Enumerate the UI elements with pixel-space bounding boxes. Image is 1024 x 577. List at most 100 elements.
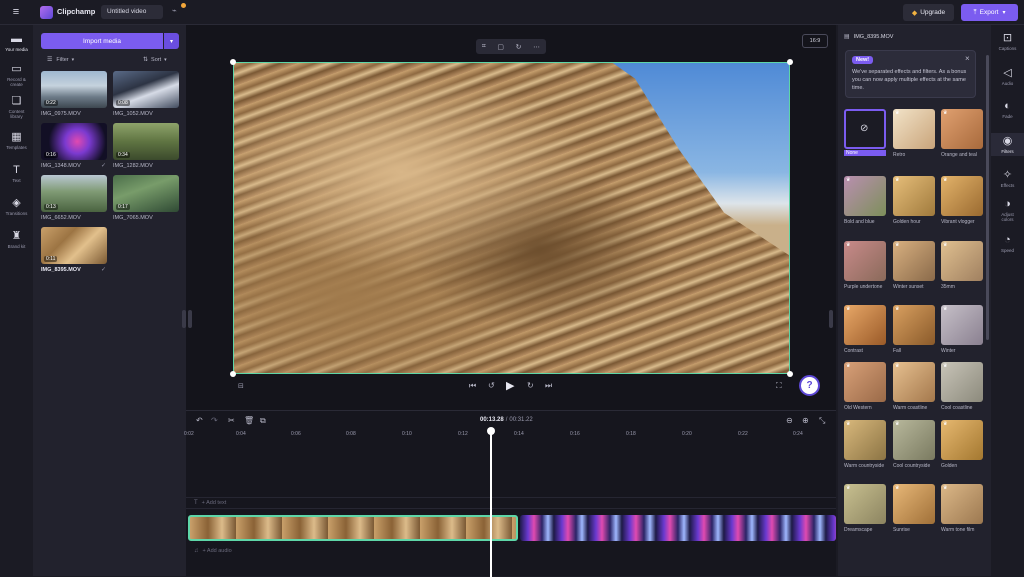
fade-icon: ◐ (1004, 100, 1011, 112)
video-frame[interactable] (233, 62, 790, 374)
filter-tile[interactable]: ♛ (893, 109, 935, 149)
filter-tile[interactable]: ♛ (941, 420, 983, 460)
resize-handle[interactable] (787, 59, 793, 65)
rail-brand-kit[interactable]: ♜ Brand kit (0, 230, 33, 249)
import-dropdown-button[interactable]: ▾ (164, 33, 179, 49)
skip-back-icon[interactable]: ⏮ (469, 381, 476, 391)
panel-scrollbar[interactable] (986, 55, 989, 340)
video-clip[interactable] (520, 515, 836, 541)
rail-transitions[interactable]: ◈ Transitions (0, 197, 33, 216)
filter-tile[interactable]: ♛ (844, 362, 886, 402)
media-item[interactable]: 0:08 (113, 71, 179, 108)
filter-tile[interactable]: ♛ (844, 305, 886, 345)
sort-button[interactable]: ⇅ Sort ▾ (143, 56, 167, 64)
redo-icon[interactable]: ↷ (211, 416, 218, 425)
rail-speed[interactable]: ◔ Speed (991, 234, 1024, 253)
rail-adjust-colors[interactable]: ◑ Adjust colors (991, 198, 1024, 222)
filter-label: Contrast (844, 348, 863, 354)
duplicate-icon[interactable]: ⧉ (260, 416, 266, 426)
fullscreen-icon[interactable]: ⛶ (776, 381, 782, 391)
rail-audio[interactable]: ◁ Audio (991, 67, 1024, 86)
hamburger-menu-icon[interactable]: ≡ (9, 6, 23, 18)
speed-gauge-icon: ◔ (1004, 234, 1011, 246)
filter-label: 35mm (941, 284, 955, 290)
aspect-ratio-button[interactable]: 16:9 (802, 34, 828, 48)
captions-toggle-icon[interactable]: ⊟ (238, 382, 244, 390)
forward-5s-icon[interactable]: ↻ (527, 381, 534, 390)
filter-tile[interactable]: ♛ (893, 241, 935, 281)
delete-icon[interactable]: 🗑 (244, 416, 254, 425)
help-button[interactable]: ? (799, 375, 820, 396)
play-icon[interactable]: ▶ (506, 379, 514, 392)
audio-track[interactable]: ♫ + Add audio (186, 545, 836, 557)
clipchamp-logo-icon (40, 6, 53, 19)
export-button[interactable]: ⤒ Export ▾ (961, 4, 1018, 21)
media-item[interactable]: 0:17 (113, 175, 179, 212)
filter-button[interactable]: ☰ Filter ▾ (47, 56, 74, 64)
filter-tile[interactable]: ♛ (941, 241, 983, 281)
playhead-knob[interactable] (487, 427, 495, 435)
more-icon[interactable]: ⋯ (533, 43, 540, 51)
filter-tile-selected[interactable]: ⊘ (844, 109, 886, 149)
close-notice-icon[interactable]: × (965, 54, 970, 63)
export-label: Export (979, 9, 999, 16)
filter-tile[interactable]: ♛ (893, 484, 935, 524)
media-item-selected[interactable]: 0:11 (41, 227, 107, 264)
skip-forward-icon[interactable]: ⏭ (545, 381, 552, 391)
notification-bell-icon[interactable]: ⌁ (172, 6, 177, 15)
collapse-panel-handle[interactable] (188, 310, 192, 328)
captions-icon: ⊡ (1002, 32, 1013, 44)
undo-icon[interactable]: ↶ (196, 416, 203, 425)
rewind-5s-icon[interactable]: ↺ (488, 381, 495, 390)
resize-handle[interactable] (230, 59, 236, 65)
collapse-panel-handle[interactable] (829, 310, 833, 328)
filter-tile[interactable]: ♛ (844, 241, 886, 281)
fit-icon[interactable]: ▢ (497, 43, 504, 51)
filter-tile[interactable]: ♛ (893, 420, 935, 460)
filter-tile[interactable]: ♛ (844, 420, 886, 460)
media-item[interactable]: 0:16 (41, 123, 107, 160)
import-media-button[interactable]: Import media (41, 33, 163, 49)
resize-handle[interactable] (787, 371, 793, 377)
upgrade-button[interactable]: ◆ Upgrade (903, 4, 954, 21)
zoom-out-icon[interactable]: ⊖ (786, 416, 793, 425)
rail-text[interactable]: T Text (0, 164, 33, 183)
filter-tile[interactable]: ♛ (893, 176, 935, 216)
premium-crown-icon: ♛ (846, 177, 851, 183)
filter-tile[interactable]: ♛ (941, 305, 983, 345)
filter-tile[interactable]: ♛ (844, 484, 886, 524)
rail-effects[interactable]: ✧ Effects (991, 169, 1024, 188)
playhead[interactable] (490, 429, 492, 577)
filter-tile[interactable]: ♛ (941, 176, 983, 216)
filter-tile[interactable]: ♛ (893, 305, 935, 345)
resize-handle[interactable] (230, 371, 236, 377)
text-track[interactable]: T + Add text (186, 497, 836, 509)
zoom-in-icon[interactable]: ⊕ (802, 416, 809, 425)
filter-tile[interactable]: ♛ (941, 109, 983, 149)
media-item[interactable]: 0:22 (41, 71, 107, 108)
filter-tile[interactable]: ♛ (844, 176, 886, 216)
fit-timeline-icon[interactable]: ⤡ (819, 416, 825, 426)
project-title-input[interactable]: Untitled video (101, 5, 163, 19)
premium-crown-icon: ♛ (943, 485, 948, 491)
filter-tile[interactable]: ♛ (941, 362, 983, 402)
video-clip-selected[interactable] (188, 515, 518, 541)
filter-tile[interactable]: ♛ (941, 484, 983, 524)
rail-content-library[interactable]: ❏ Content library (0, 95, 33, 119)
crop-icon[interactable]: ⌗ (482, 43, 486, 51)
media-item[interactable]: 0:34 (113, 123, 179, 160)
media-item-name: IMG_6652.MOV (41, 215, 81, 221)
rail-filters[interactable]: ◉ Filters (991, 133, 1024, 156)
filter-tile[interactable]: ♛ (893, 362, 935, 402)
rail-templates[interactable]: ▦ Templates (0, 131, 33, 150)
rotate-icon[interactable]: ↻ (516, 43, 522, 51)
rail-captions[interactable]: ⊡ Captions (991, 32, 1024, 51)
media-item[interactable]: 0:13 (41, 175, 107, 212)
time-separator: / (505, 417, 508, 423)
rail-record-create[interactable]: ▭ Record & create (0, 63, 33, 87)
rail-fade[interactable]: ◐ Fade (991, 100, 1024, 119)
filter-label: None (844, 150, 886, 156)
app-name: Clipchamp (57, 7, 96, 16)
split-scissors-icon[interactable]: ✂ (228, 416, 235, 425)
rail-your-media[interactable]: ▬ Your media (0, 33, 33, 52)
